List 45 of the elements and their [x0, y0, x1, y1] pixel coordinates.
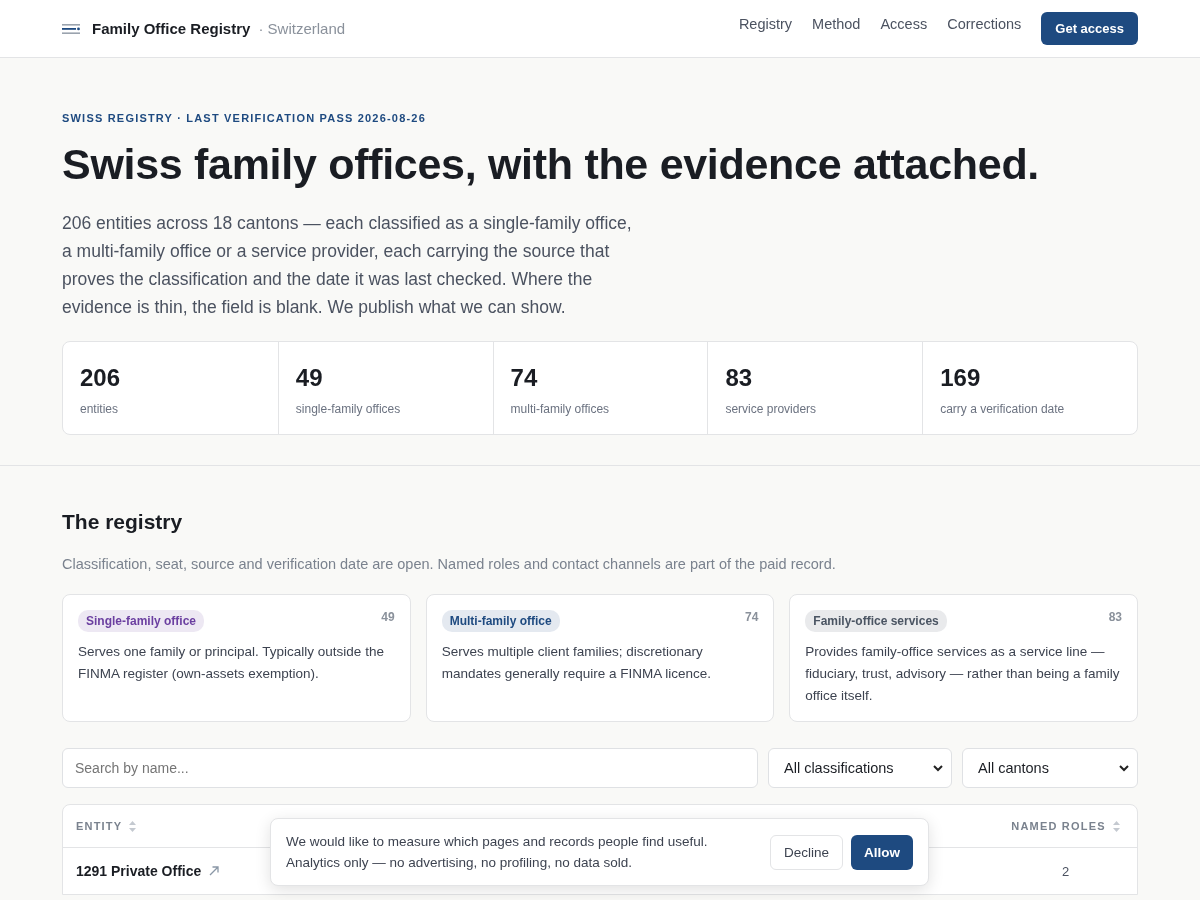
get-access-button[interactable]: Get access — [1041, 12, 1138, 45]
stat-label: single-family offices — [295, 402, 402, 416]
table-cell: 2 — [1061, 863, 1070, 879]
category-description: Serves multiple client families; discretionary mandates generally require a FINMA licence. — [441, 643, 713, 683]
stat-label: entities — [80, 402, 120, 416]
category-tag: Multi-family office — [441, 610, 560, 632]
menu-icon[interactable] — [62, 22, 80, 35]
category-count: 74 — [744, 610, 759, 624]
column-header[interactable]: ENTITY — [76, 820, 123, 832]
cookie-message: We would like to measure which pages and records people find useful. Analytics only — no advertising, no profiling, no data sold. — [286, 833, 709, 872]
section-title: The registry — [62, 510, 184, 534]
stat-label: carry a verification date — [940, 402, 1066, 416]
intro-paragraph: 206 entities across 18 cantons — each classified as a single-family office, a multi-family office or a service provider, each carrying the source that proves the classification and the date it was last checked. Where the evidence is thin, the field is blank. We publish what we can show. — [62, 212, 633, 319]
allow-button[interactable]: Allow — [851, 834, 913, 870]
brand-name[interactable]: Family Office Registry — [92, 20, 251, 37]
category-count: 83 — [1108, 610, 1122, 624]
stat-value: 49 — [295, 364, 324, 392]
category-tag: Family-office services — [805, 610, 947, 632]
stat-value: 206 — [80, 364, 122, 392]
stat-value: 74 — [510, 364, 539, 392]
chevron-down-icon[interactable] — [933, 764, 943, 772]
column-header[interactable]: NAMED ROLES — [1011, 820, 1106, 832]
stat-label: service providers — [725, 402, 818, 416]
filter-dropdown[interactable]: All classifications — [768, 748, 952, 788]
country-label: · Switzerland — [258, 20, 346, 37]
eyebrow-text: SWISS REGISTRY · LAST VERIFICATION PASS 2026-08-26 — [62, 112, 427, 124]
category-description: Serves one family or principal. Typically outside the FINMA register (own-assets exemption). — [78, 643, 385, 683]
filter-dropdown[interactable]: All cantons — [962, 748, 1138, 788]
nav-link[interactable]: Registry — [738, 15, 793, 32]
nav-link[interactable]: Access — [880, 15, 928, 32]
chevron-down-icon[interactable] — [1119, 764, 1129, 772]
decline-button[interactable]: Decline — [769, 834, 843, 870]
stat-value: 83 — [725, 364, 754, 392]
category-description: Provides family-office services as a service line — fiduciary, trust, advisory — rather than being a family office itself. — [805, 643, 1121, 705]
nav-link[interactable]: Method — [812, 15, 861, 32]
section-subtitle: Classification, seat, source and verification date are open. Named roles and contact channels are part of the paid record. — [62, 556, 837, 572]
entity-name[interactable]: 1291 Private Office — [76, 863, 202, 879]
search-field[interactable]: Search by name... — [62, 748, 758, 788]
stat-value: 169 — [940, 364, 982, 392]
nav-link[interactable]: Corrections — [947, 15, 1022, 32]
category-tag: Single-family office — [78, 610, 205, 632]
page-title: Swiss family offices, with the evidence attached. — [62, 140, 1040, 189]
stat-label: multi-family offices — [510, 402, 611, 416]
external-link-icon[interactable] — [209, 866, 220, 876]
category-count: 49 — [381, 610, 395, 624]
